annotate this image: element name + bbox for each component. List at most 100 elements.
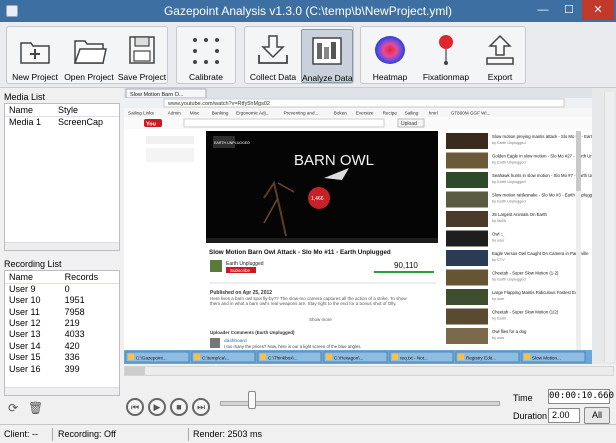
recording-hscroll[interactable] [5, 387, 119, 395]
calibrate-label: Calibrate [188, 72, 224, 82]
video-player [206, 131, 438, 242]
related-thumbnail [446, 308, 488, 325]
viewer-hscroll[interactable] [124, 366, 614, 376]
bookmark-item: Boken [334, 111, 347, 116]
media-hscroll[interactable] [5, 242, 119, 250]
taskbar-item-label: C:\temp\ca\... [202, 356, 229, 361]
video-badge: EARTH UNPLUGGED [214, 141, 250, 145]
refresh-icon[interactable]: ⟳ [6, 401, 20, 415]
recording-row[interactable]: User 14 420 [5, 341, 119, 352]
bookmark-item: Misc [190, 111, 200, 116]
bookmark-item: Banking [212, 111, 229, 116]
project-group: New Project Open Project Save Project [6, 26, 168, 84]
browser-tab-title: Slow Motion Barn O... [130, 92, 184, 98]
output-group: Heatmap Fixationmap Export [360, 26, 526, 84]
forward-button[interactable]: ⏭ [192, 398, 210, 416]
data-group: Collect Data Analyze Data [244, 26, 354, 84]
related-title: 25 Largest Animals On Earth [492, 212, 548, 217]
recording-name: User 16 [9, 363, 41, 374]
trash-icon[interactable]: 🗑 [28, 401, 43, 415]
recording-row[interactable]: User 15 336 [5, 352, 119, 363]
time-field[interactable]: 00:00:10.660 [548, 389, 614, 404]
recording-row[interactable]: User 16 399 [5, 363, 119, 374]
fixation-marker-label: 1,466 [311, 196, 324, 202]
recording-name: User 12 [9, 317, 41, 328]
duration-field[interactable]: 2.00 [548, 408, 580, 423]
new-project-button[interactable]: New Project [9, 29, 61, 83]
subscribe-button: Subscribe [230, 268, 251, 273]
related-thumbnail [446, 269, 488, 286]
status-separator [188, 428, 189, 441]
recording-row[interactable]: User 11 7958 [5, 306, 119, 317]
recording-records: 336 [64, 352, 80, 363]
media-list-header: Media List [4, 92, 46, 102]
recording-name: User 10 [9, 295, 41, 306]
recording-list-header: Recording List [4, 259, 62, 269]
new-project-icon [20, 42, 50, 64]
bookmark-item: hmrl [429, 111, 438, 116]
media-col-name[interactable]: Name [5, 104, 55, 117]
open-folder-icon [73, 40, 107, 64]
folder-icon [458, 354, 464, 360]
media-row[interactable]: Media 1 ScreenCap [5, 117, 119, 129]
heatmap-button[interactable]: Heatmap [363, 29, 417, 83]
related-meta: by Earth Unplugged [492, 278, 526, 282]
related-thumbnail [446, 211, 488, 227]
render-status: Render: 2503 ms [193, 429, 263, 439]
media-viewer[interactable]: Slow Motion Barn O... www.youtube.com/wa… [124, 88, 616, 364]
stop-button[interactable]: ■ [170, 398, 188, 416]
recording-name: User 11 [9, 306, 40, 317]
youtube-upload-button: Upload [401, 121, 417, 127]
media-name: Media 1 [9, 117, 42, 127]
folder-icon [524, 354, 530, 360]
screen-capture: Slow Motion Barn O... www.youtube.com/wa… [124, 88, 592, 364]
related-title: Eagle Versus Owl Caught On Camera in Par… [492, 251, 589, 256]
export-button[interactable]: Export [475, 29, 525, 83]
video-description: Here lives a barn owl spot fly-by?? The … [210, 296, 407, 306]
comment-text: I too many the prices? Now, here is our … [224, 344, 362, 349]
collect-data-button[interactable]: Collect Data [247, 29, 299, 83]
recording-row[interactable]: User 10 1951 [5, 295, 119, 306]
fixation-icon [439, 35, 453, 65]
fixationmap-button[interactable]: Fixationmap [419, 29, 473, 83]
status-bar: Client: -- Recording: Off Render: 2503 m… [0, 424, 616, 443]
close-button[interactable]: ✕ [582, 0, 614, 20]
recording-records: 4033 [64, 329, 85, 340]
save-project-label: Save Project [117, 72, 167, 82]
recording-list: Name Records User 9 0 User 10 1951 User 11 79… [4, 270, 120, 396]
related-meta: by Earth Unplugged [492, 161, 526, 165]
recording-records: 1951 [64, 295, 85, 306]
heatmap-icon [375, 36, 405, 64]
media-col-style[interactable]: Style [54, 104, 119, 117]
video-overlay-title: BARN OWL [294, 152, 374, 169]
recording-row[interactable]: User 13 4033 [5, 329, 119, 340]
channel-name: Earth Unplugged [226, 261, 264, 267]
related-meta: by list25 [492, 219, 506, 223]
recording-col-name[interactable]: Name [5, 271, 61, 284]
timeline-slider[interactable] [220, 401, 500, 406]
play-button[interactable]: ▶ [148, 398, 166, 416]
timeline-thumb[interactable] [248, 391, 256, 409]
video-title: Slow Motion Barn Owl Attack - Slo Mo #11… [209, 249, 391, 256]
time-label: Time [513, 393, 533, 403]
related-title: Cheetah - Super Slow Motion (1/2) [492, 310, 559, 315]
save-project-button[interactable]: Save Project [117, 29, 167, 83]
viewer-vscroll[interactable] [604, 92, 614, 362]
folder-icon [326, 354, 332, 360]
related-meta: by user [492, 239, 505, 243]
recording-row[interactable]: User 9 0 [5, 284, 119, 296]
related-title: Owl flies for a dog [492, 329, 527, 334]
collect-data-label: Collect Data [249, 72, 297, 82]
minimize-button[interactable]: — [530, 0, 556, 20]
related-thumbnail [446, 172, 488, 188]
calibrate-button[interactable]: Calibrate [179, 29, 233, 83]
open-project-button[interactable]: Open Project [63, 29, 115, 83]
rewind-button[interactable]: ⏮ [126, 398, 144, 416]
bookmark-item: Admin [168, 111, 181, 116]
folder-icon [128, 354, 134, 360]
recording-row[interactable]: User 12 219 [5, 318, 119, 329]
all-button[interactable]: All [584, 407, 610, 424]
maximize-button[interactable]: ☐ [556, 0, 582, 20]
recording-col-records[interactable]: Records [60, 271, 119, 284]
analyze-data-button[interactable]: Analyze Data [301, 29, 353, 83]
